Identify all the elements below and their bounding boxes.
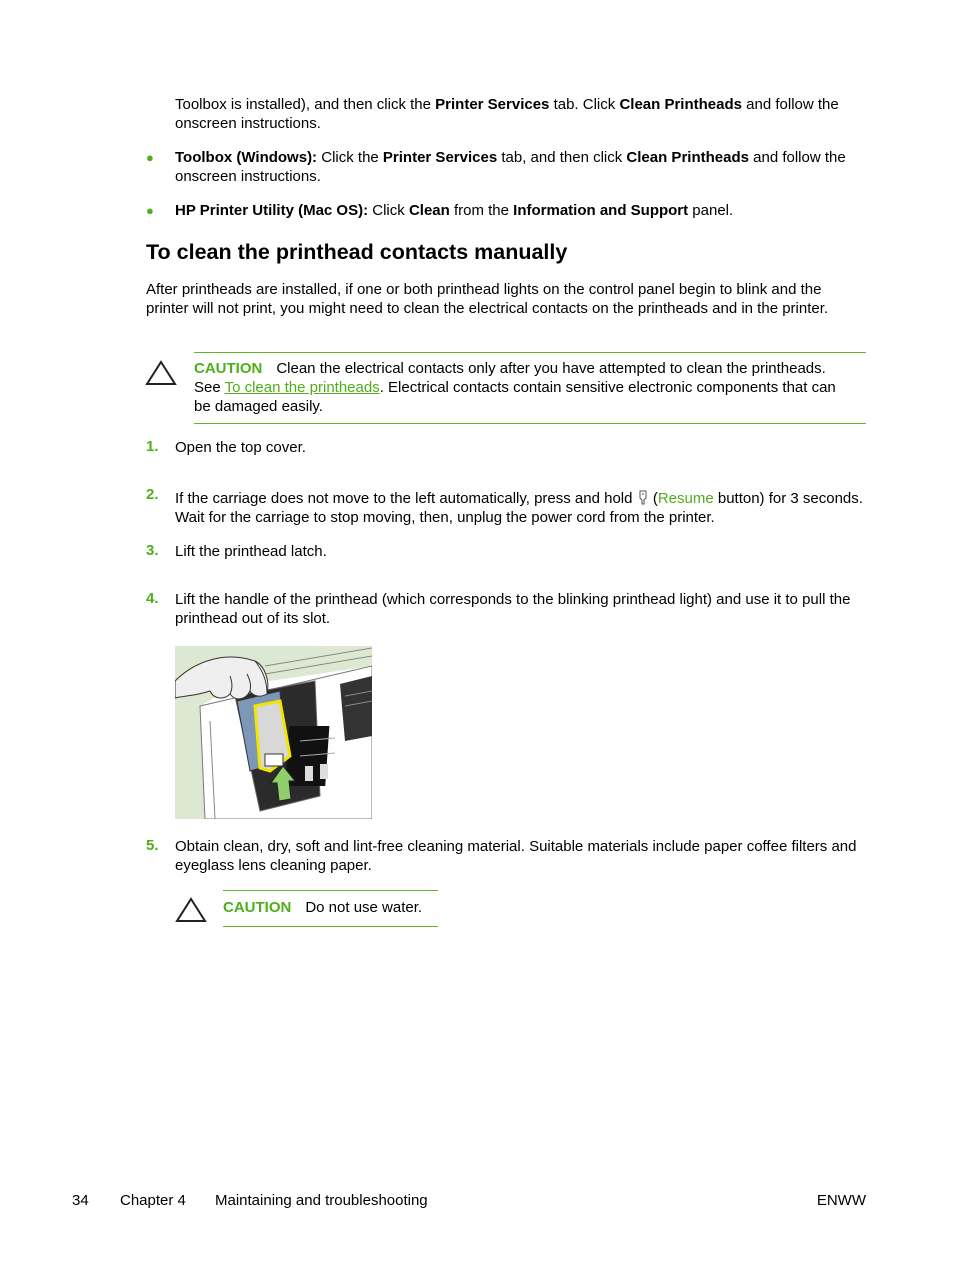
step-2-text-before: If the carriage does not move to the lef… [175, 490, 637, 507]
bold-text: Clean Printheads [626, 149, 749, 166]
step-number: 2. [146, 486, 159, 503]
step-number: 4. [146, 590, 159, 607]
resume-link[interactable]: Resume [658, 490, 714, 507]
printhead-removal-figure [175, 646, 372, 819]
caution-label: CAUTION [223, 899, 292, 916]
caution-triangle-icon [175, 897, 207, 922]
caution-triangle-icon [145, 360, 177, 385]
link-to-clean-printheads[interactable]: To clean the printheads [225, 379, 380, 396]
text: Click the [317, 149, 383, 166]
page-number: 34 [72, 1192, 89, 1209]
footer-chapter: Chapter 4 [120, 1192, 186, 1209]
step-1-text: Open the top cover. [175, 439, 306, 456]
text: Toolbox is installed), and then click th… [175, 96, 436, 113]
bullet-icon: ● [146, 203, 154, 218]
bold-text: Printer Services [435, 96, 550, 113]
step-2-text: If the carriage does not move to the lef… [175, 489, 865, 527]
resume-button-icon [639, 490, 647, 505]
step-4-text: Lift the handle of the printhead (which … [175, 591, 851, 627]
bold-text: Printer Services [382, 149, 498, 166]
footer-locale: ENWW [816, 1192, 866, 1209]
step-5-text: Obtain clean, dry, soft and lint-free cl… [175, 838, 857, 874]
text: tab, and then click [497, 149, 627, 166]
section-intro: After printheads are installed, if one o… [146, 281, 829, 317]
bold-text: Toolbox (Windows): [175, 149, 318, 166]
bold-text: Clean [408, 202, 450, 219]
section-heading: To clean the printhead contacts manually [146, 240, 568, 264]
continuation-paragraph: Toolbox is installed), and then click th… [175, 95, 875, 133]
footer-chapter-title: Maintaining and troubleshooting [215, 1192, 428, 1209]
step-2-paren: ( [648, 490, 658, 507]
caution-box: CAUTION Clean the electrical contacts onl… [194, 352, 866, 424]
bold-text: Clean Printheads [619, 96, 742, 113]
caution-text: CAUTION Clean the electrical contacts onl… [194, 353, 854, 416]
text: Click [368, 202, 409, 219]
bullet-item-toolbox-windows: Toolbox (Windows): Click the Printer Ser… [175, 148, 865, 186]
caution-box: CAUTION Do not use water. [223, 890, 438, 927]
bold-text: Information and Support [513, 202, 689, 219]
step-3-text: Lift the printhead latch. [175, 543, 327, 560]
text: panel. [688, 202, 734, 219]
caution-message: Do not use water. [305, 899, 423, 916]
text: from the [449, 202, 514, 219]
caution-text: CAUTION Do not use water. [223, 891, 438, 917]
caution-label: CAUTION [194, 360, 263, 377]
step-number: 1. [146, 438, 159, 455]
bold-text: HP Printer Utility (Mac OS): [175, 202, 369, 219]
step-number: 5. [146, 837, 159, 854]
text: tab. Click [549, 96, 620, 113]
bullet-icon: ● [146, 150, 154, 165]
bullet-item-hp-printer-utility: HP Printer Utility (Mac OS): Click Clean… [175, 201, 865, 220]
step-number: 3. [146, 542, 159, 559]
